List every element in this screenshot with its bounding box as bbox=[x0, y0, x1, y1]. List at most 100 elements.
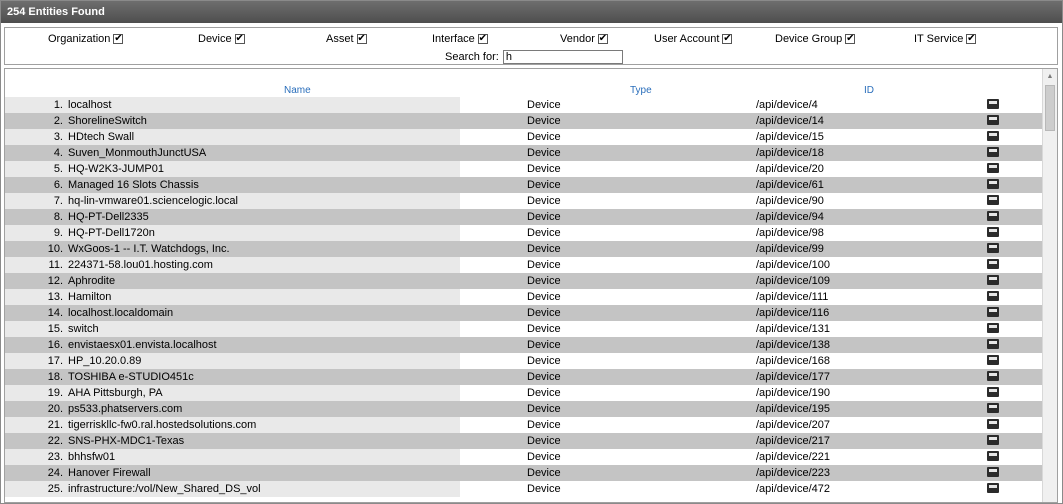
table-row[interactable]: HQ-PT-Dell1720n 9. Device/api/device/98 bbox=[5, 225, 1045, 241]
table-row[interactable]: ps533.phatservers.com 20. Device/api/devic… bbox=[5, 401, 1045, 417]
filter-vendor[interactable]: Vendor ✔ bbox=[560, 32, 608, 46]
table-row[interactable]: Hanover Firewall 24. Device/api/device/223 bbox=[5, 465, 1045, 481]
table-row[interactable]: WxGoos-1 -- I.T. Watchdogs, Inc. 10. Devic… bbox=[5, 241, 1045, 257]
table-row[interactable]: hq-lin-vmware01.sciencelogic.local 7. Devi… bbox=[5, 193, 1045, 209]
entity-name[interactable]: 224371-58.lou01.hosting.com bbox=[5, 257, 460, 273]
entity-name[interactable]: Aphrodite bbox=[5, 273, 460, 289]
details-icon[interactable] bbox=[987, 307, 999, 317]
filter-checkbox[interactable]: ✔ bbox=[234, 34, 245, 44]
scroll-thumb[interactable] bbox=[1045, 85, 1055, 131]
table-row[interactable]: Managed 16 Slots Chassis 6. Device/api/dev… bbox=[5, 177, 1045, 193]
table-row[interactable]: SNS-PHX-MDC1-Texas 22. Device/api/device/2… bbox=[5, 433, 1045, 449]
column-header-name[interactable]: Name bbox=[284, 85, 311, 96]
filter-interface[interactable]: Interface ✔ bbox=[432, 32, 488, 46]
filter-checkbox[interactable]: ✔ bbox=[356, 34, 367, 44]
entity-name[interactable]: localhost bbox=[5, 97, 460, 113]
table-row[interactable]: AHA Pittsburgh, PA 19. Device/api/device/1… bbox=[5, 385, 1045, 401]
entity-name[interactable]: localhost.localdomain bbox=[5, 305, 460, 321]
filter-device[interactable]: Device ✔ bbox=[198, 32, 245, 46]
column-header-type[interactable]: Type bbox=[630, 85, 652, 96]
entity-name[interactable]: tigerriskllc-fw0.ral.hostedsolutions.com bbox=[5, 417, 460, 433]
filter-user-account[interactable]: User Account ✔ bbox=[654, 32, 733, 46]
details-icon[interactable] bbox=[987, 339, 999, 349]
entity-name[interactable]: Hanover Firewall bbox=[5, 465, 460, 481]
entity-name[interactable]: switch bbox=[5, 321, 460, 337]
table-row[interactable]: switch 15. Device/api/device/131 bbox=[5, 321, 1045, 337]
entity-name[interactable]: HQ-PT-Dell2335 bbox=[5, 209, 460, 225]
details-icon[interactable] bbox=[987, 371, 999, 381]
details-icon[interactable] bbox=[987, 435, 999, 445]
entity-name[interactable]: TOSHIBA e-STUDIO451c bbox=[5, 369, 460, 385]
entity-name[interactable]: ShorelineSwitch bbox=[5, 113, 460, 129]
details-icon[interactable] bbox=[987, 211, 999, 221]
entity-name[interactable]: WxGoos-1 -- I.T. Watchdogs, Inc. bbox=[5, 241, 460, 257]
filter-organization[interactable]: Organization ✔ bbox=[48, 32, 124, 46]
entity-name[interactable]: hq-lin-vmware01.sciencelogic.local bbox=[5, 193, 460, 209]
table-row[interactable]: TOSHIBA e-STUDIO451c 18. Device/api/device… bbox=[5, 369, 1045, 385]
entity-name[interactable]: bhhsfw01 bbox=[5, 449, 460, 465]
entity-name[interactable]: HP_10.20.0.89 bbox=[5, 353, 460, 369]
details-icon[interactable] bbox=[987, 355, 999, 365]
details-icon[interactable] bbox=[987, 99, 999, 109]
details-icon[interactable] bbox=[987, 467, 999, 477]
details-icon[interactable] bbox=[987, 195, 999, 205]
vertical-scrollbar[interactable]: ▲ bbox=[1042, 69, 1057, 502]
filter-checkbox[interactable]: ✔ bbox=[966, 34, 977, 44]
entity-name[interactable]: Suven_MonmouthJunctUSA bbox=[5, 145, 460, 161]
table-row[interactable]: tigerriskllc-fw0.ral.hostedsolutions.com… bbox=[5, 417, 1045, 433]
details-icon[interactable] bbox=[987, 115, 999, 125]
table-row[interactable]: ShorelineSwitch 2. Device/api/device/14 bbox=[5, 113, 1045, 129]
details-icon[interactable] bbox=[987, 243, 999, 253]
details-icon[interactable] bbox=[987, 179, 999, 189]
details-icon[interactable] bbox=[987, 451, 999, 461]
entity-name[interactable]: SNS-PHX-MDC1-Texas bbox=[5, 433, 460, 449]
filter-checkbox[interactable]: ✔ bbox=[722, 34, 733, 44]
table-row[interactable]: localhost 1. Device/api/device/4 bbox=[5, 97, 1045, 113]
table-row[interactable]: bhhsfw01 23. Device/api/device/221 bbox=[5, 449, 1045, 465]
entity-name[interactable]: ps533.phatservers.com bbox=[5, 401, 460, 417]
table-row[interactable]: HP_10.20.0.89 17. Device/api/device/168 bbox=[5, 353, 1045, 369]
entity-name[interactable]: Managed 16 Slots Chassis bbox=[5, 177, 460, 193]
filter-checkbox[interactable]: ✔ bbox=[845, 34, 856, 44]
filter-device-group[interactable]: Device Group ✔ bbox=[775, 32, 856, 46]
filter-checkbox[interactable]: ✔ bbox=[113, 34, 124, 44]
filter-asset[interactable]: Asset ✔ bbox=[326, 32, 367, 46]
details-icon[interactable] bbox=[987, 259, 999, 269]
entity-name[interactable]: envistaesx01.envista.localhost bbox=[5, 337, 460, 353]
table-row[interactable]: Aphrodite 12. Device/api/device/109 bbox=[5, 273, 1045, 289]
column-header-id[interactable]: ID bbox=[864, 85, 874, 96]
filter-it-service[interactable]: IT Service ✔ bbox=[914, 32, 977, 46]
details-icon[interactable] bbox=[987, 147, 999, 157]
details-icon[interactable] bbox=[987, 131, 999, 141]
filter-label: Organization bbox=[48, 33, 111, 45]
details-icon[interactable] bbox=[987, 323, 999, 333]
details-icon[interactable] bbox=[987, 419, 999, 429]
table-row[interactable]: Suven_MonmouthJunctUSA 4. Device/api/devic… bbox=[5, 145, 1045, 161]
table-row[interactable]: infrastructure:/vol/New_Shared_DS_vol 25.… bbox=[5, 481, 1045, 497]
details-icon[interactable] bbox=[987, 275, 999, 285]
details-icon[interactable] bbox=[987, 483, 999, 493]
details-icon[interactable] bbox=[987, 227, 999, 237]
table-row[interactable]: HQ-PT-Dell2335 8. Device/api/device/94 bbox=[5, 209, 1045, 225]
details-icon[interactable] bbox=[987, 291, 999, 301]
entity-name[interactable]: HQ-PT-Dell1720n bbox=[5, 225, 460, 241]
filter-checkbox[interactable]: ✔ bbox=[597, 34, 608, 44]
table-row[interactable]: 224371-58.lou01.hosting.com 11. Device/api… bbox=[5, 257, 1045, 273]
entity-name[interactable]: AHA Pittsburgh, PA bbox=[5, 385, 460, 401]
filter-checkbox[interactable]: ✔ bbox=[477, 34, 488, 44]
details-icon[interactable] bbox=[987, 387, 999, 397]
table-row[interactable]: HQ-W2K3-JUMP01 5. Device/api/device/20 bbox=[5, 161, 1045, 177]
table-row[interactable]: Hamilton 13. Device/api/device/111 bbox=[5, 289, 1045, 305]
entity-name[interactable]: HDtech Swall bbox=[5, 129, 460, 145]
details-icon[interactable] bbox=[987, 403, 999, 413]
entity-type: Device bbox=[527, 115, 561, 127]
entity-name[interactable]: infrastructure:/vol/New_Shared_DS_vol bbox=[5, 481, 460, 497]
table-row[interactable]: localhost.localdomain 14. Device/api/devic… bbox=[5, 305, 1045, 321]
table-row[interactable]: HDtech Swall 3. Device/api/device/15 bbox=[5, 129, 1045, 145]
table-row[interactable]: envistaesx01.envista.localhost 16. Device /… bbox=[5, 337, 1045, 353]
entity-name[interactable]: Hamilton bbox=[5, 289, 460, 305]
entity-name[interactable]: HQ-W2K3-JUMP01 bbox=[5, 161, 460, 177]
scroll-up-arrow-icon[interactable]: ▲ bbox=[1043, 69, 1057, 83]
details-icon[interactable] bbox=[987, 163, 999, 173]
search-input[interactable] bbox=[502, 50, 623, 64]
